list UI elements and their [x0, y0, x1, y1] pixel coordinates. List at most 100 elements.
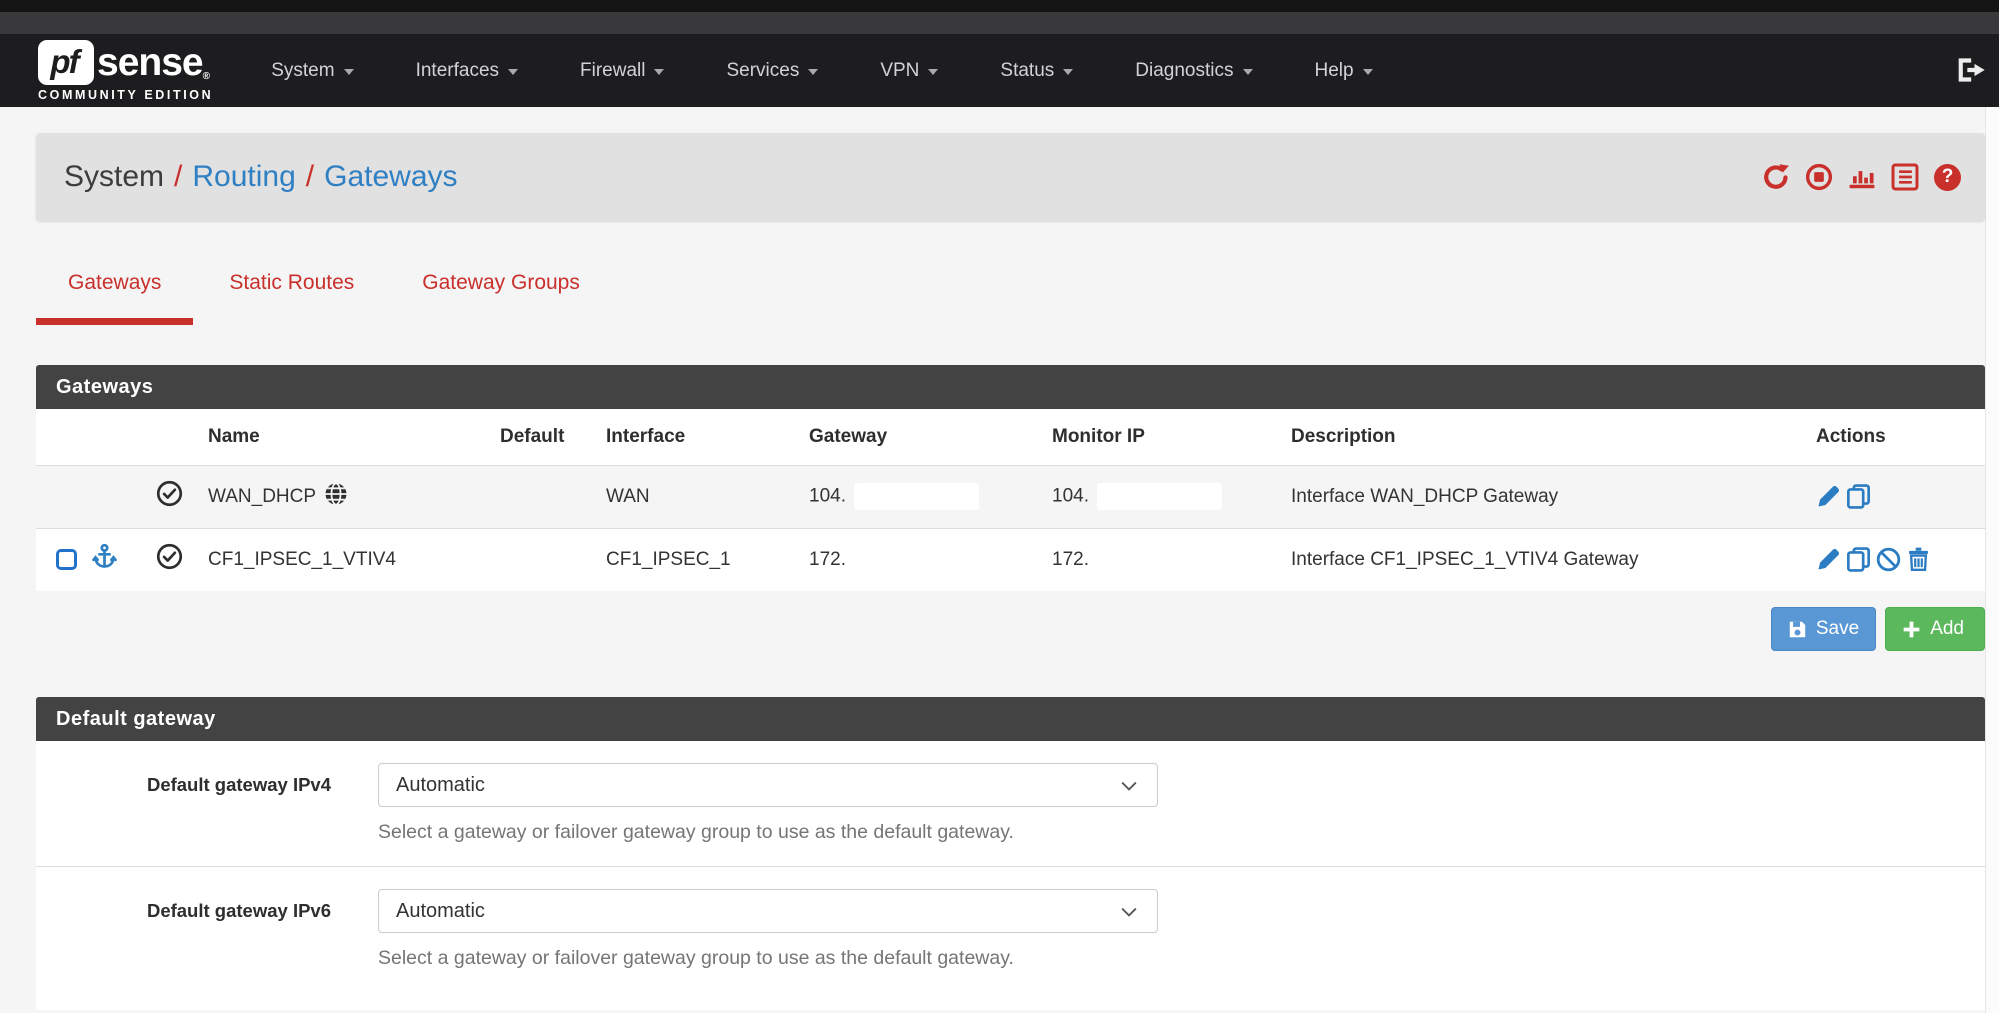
default-gateway-panel-title: Default gateway [36, 697, 1985, 741]
row-controls-cell [36, 465, 156, 528]
gateways-panel: Gateways Name Default Interface Gateway … [36, 365, 1985, 591]
page-content: System / Routing / Gateways ? Gateways S… [36, 107, 1985, 1010]
gateways-panel-title: Gateways [36, 365, 1985, 409]
chart-icon[interactable] [1848, 163, 1876, 191]
scrollbar-track[interactable] [1985, 107, 1999, 1013]
help-icon[interactable]: ? [1934, 164, 1961, 191]
selected-value: Automatic [396, 774, 485, 797]
copy-icon[interactable] [1846, 484, 1871, 509]
status-online-icon [156, 554, 183, 575]
chevron-down-icon [1121, 900, 1137, 923]
breadcrumb-actions: ? [1762, 163, 1961, 191]
breadcrumb-separator: / [174, 160, 182, 194]
gateway-monitor-cell: 104. [1052, 465, 1291, 528]
col-default: Default [500, 409, 606, 465]
gateway-interface-cell: WAN [606, 465, 809, 528]
breadcrumb-separator: / [306, 160, 314, 194]
gateway-interface-cell: CF1_IPSEC_1 [606, 528, 809, 591]
default-gateway-ipv6-help: Select a gateway or failover gateway gro… [378, 947, 1158, 970]
copy-icon[interactable] [1846, 547, 1871, 572]
tab-bar: Gateways Static Routes Gateway Groups [36, 271, 1985, 325]
stop-icon[interactable] [1805, 163, 1833, 191]
navbar: pf sense® COMMUNITY EDITION System Inter… [0, 34, 1999, 107]
col-interface: Interface [606, 409, 809, 465]
pfsense-logo[interactable]: pf sense® COMMUNITY EDITION [38, 40, 213, 102]
col-description: Description [1291, 409, 1816, 465]
community-edition-label: COMMUNITY EDITION [38, 88, 213, 102]
table-row: WAN_DHCP WAN 104. 104. Interface WAN_DHC… [36, 465, 1985, 528]
save-button[interactable]: Save [1771, 607, 1876, 651]
registered-mark: ® [203, 71, 209, 82]
gateway-name-cell: CF1_IPSEC_1_VTIV4 [208, 528, 500, 591]
form-row-ipv6: Default gateway IPv6 Automatic Select a … [36, 866, 1985, 992]
gateways-table: Name Default Interface Gateway Monitor I… [36, 409, 1985, 591]
col-actions: Actions [1816, 409, 1985, 465]
gateway-address-cell: 172. [809, 528, 1052, 591]
delete-icon[interactable] [1906, 547, 1931, 572]
chevron-down-icon [808, 69, 818, 75]
gateway-default-cell [500, 465, 606, 528]
col-gateway: Gateway [809, 409, 1052, 465]
main-menu: System Interfaces Firewall Services VPN … [271, 60, 1434, 82]
table-action-buttons: Save Add [36, 607, 1985, 651]
add-button[interactable]: Add [1885, 607, 1985, 651]
menu-status[interactable]: Status [1000, 60, 1073, 82]
breadcrumb-routing-link[interactable]: Routing [192, 160, 295, 194]
tab-gateways[interactable]: Gateways [36, 271, 193, 325]
default-gateway-ipv6-label: Default gateway IPv6 [36, 889, 331, 922]
default-gateway-ipv6-select[interactable]: Automatic [378, 889, 1158, 933]
table-header-row: Name Default Interface Gateway Monitor I… [36, 409, 1985, 465]
sign-out-icon[interactable] [1957, 56, 1987, 84]
menu-services[interactable]: Services [726, 60, 818, 82]
col-controls [36, 409, 156, 465]
log-icon[interactable] [1891, 163, 1919, 191]
menu-system[interactable]: System [271, 60, 353, 82]
default-gateway-form: Default gateway IPv4 Automatic Select a … [36, 741, 1985, 1010]
breadcrumb-system: System [64, 160, 164, 194]
gateway-monitor-cell: 172. [1052, 528, 1291, 591]
selected-value: Automatic [396, 900, 485, 923]
menu-firewall[interactable]: Firewall [580, 60, 664, 82]
edit-icon[interactable] [1816, 547, 1841, 572]
breadcrumb-gateways-link[interactable]: Gateways [324, 160, 457, 194]
plus-icon [1902, 620, 1921, 639]
row-controls-cell [36, 528, 156, 591]
tab-gateway-groups[interactable]: Gateway Groups [390, 271, 612, 325]
edit-icon[interactable] [1816, 484, 1841, 509]
chevron-down-icon [1121, 774, 1137, 797]
gateway-actions-cell [1816, 465, 1985, 528]
gateway-default-cell [500, 528, 606, 591]
redacted-value [1097, 483, 1222, 510]
chevron-down-icon [654, 69, 664, 75]
col-status [156, 409, 208, 465]
col-name: Name [208, 409, 500, 465]
menu-vpn[interactable]: VPN [880, 60, 938, 82]
refresh-icon[interactable] [1762, 163, 1790, 191]
disable-icon[interactable] [1876, 547, 1901, 572]
save-icon [1788, 620, 1807, 639]
menu-help[interactable]: Help [1315, 60, 1373, 82]
row-checkbox[interactable] [56, 549, 77, 570]
menu-interfaces[interactable]: Interfaces [416, 60, 518, 82]
default-gateway-ipv4-label: Default gateway IPv4 [36, 763, 331, 796]
default-gateway-ipv4-select[interactable]: Automatic [378, 763, 1158, 807]
redacted-value [854, 483, 979, 510]
form-row-ipv4: Default gateway IPv4 Automatic Select a … [36, 763, 1985, 866]
globe-icon [324, 482, 348, 512]
gateway-description-cell: Interface CF1_IPSEC_1_VTIV4 Gateway [1291, 528, 1816, 591]
gateway-description-cell: Interface WAN_DHCP Gateway [1291, 465, 1816, 528]
anchor-icon [91, 543, 118, 576]
breadcrumb: System / Routing / Gateways ? [36, 133, 1985, 221]
row-status-cell [156, 465, 208, 528]
menu-diagnostics[interactable]: Diagnostics [1135, 60, 1252, 82]
pf-logo-mark: pf [38, 40, 94, 85]
default-gateway-panel: Default gateway Default gateway IPv4 Aut… [36, 697, 1985, 1010]
tab-static-routes[interactable]: Static Routes [197, 271, 386, 325]
pfsense-wordmark: sense® [97, 43, 209, 82]
window-top-strip [0, 0, 1999, 12]
chevron-down-icon [1063, 69, 1073, 75]
gateway-name-cell: WAN_DHCP [208, 465, 500, 528]
table-row: CF1_IPSEC_1_VTIV4 CF1_IPSEC_1 172. 172. … [36, 528, 1985, 591]
row-status-cell [156, 528, 208, 591]
chevron-down-icon [1243, 69, 1253, 75]
